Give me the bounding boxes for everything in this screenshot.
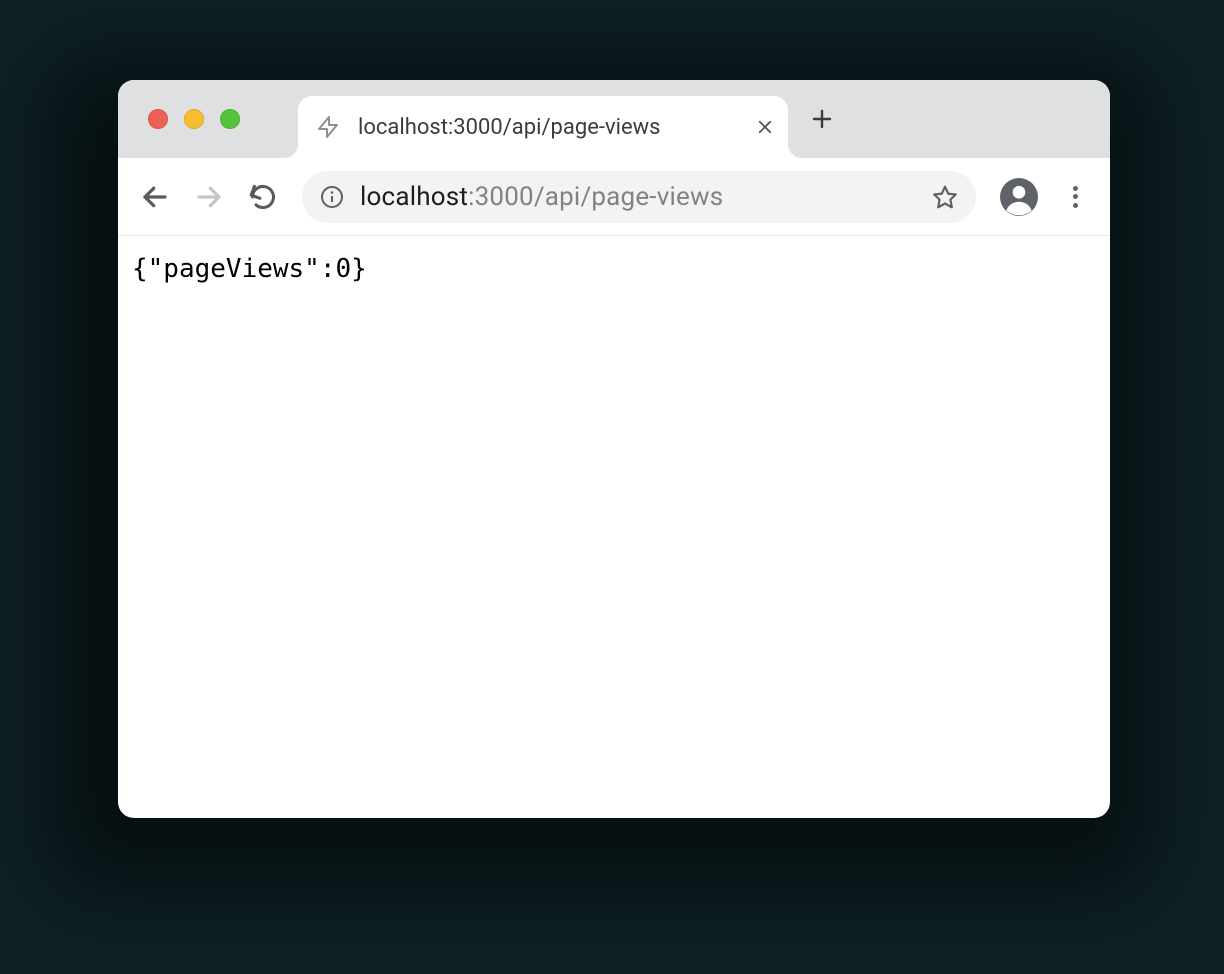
reload-button[interactable] xyxy=(248,182,278,212)
profile-avatar-icon[interactable] xyxy=(1000,178,1038,216)
window-minimize-button[interactable] xyxy=(184,109,204,129)
forward-button[interactable] xyxy=(194,182,224,212)
close-tab-icon[interactable] xyxy=(756,118,774,136)
window-controls xyxy=(118,109,240,129)
bookmark-star-icon[interactable] xyxy=(932,184,958,210)
toolbar: localhost:3000/api/page-views xyxy=(118,158,1110,236)
back-button[interactable] xyxy=(140,182,170,212)
url-text: localhost:3000/api/page-views xyxy=(360,182,916,212)
kebab-menu-icon[interactable] xyxy=(1062,184,1088,210)
tab-strip: localhost:3000/api/page-views xyxy=(118,80,1110,158)
browser-window: localhost:3000/api/page-views xyxy=(118,80,1110,818)
site-info-icon[interactable] xyxy=(320,185,344,209)
new-tab-button[interactable] xyxy=(810,107,834,131)
response-body: {"pageViews":0} xyxy=(132,254,1096,284)
url-host: localhost xyxy=(360,182,468,212)
url-rest: :3000/api/page-views xyxy=(468,182,723,212)
browser-tab[interactable]: localhost:3000/api/page-views xyxy=(298,96,788,158)
lightning-icon xyxy=(316,115,340,139)
window-close-button[interactable] xyxy=(148,109,168,129)
address-bar[interactable]: localhost:3000/api/page-views xyxy=(302,171,976,223)
page-content: {"pageViews":0} xyxy=(118,236,1110,818)
window-zoom-button[interactable] xyxy=(220,109,240,129)
tab-title: localhost:3000/api/page-views xyxy=(358,115,748,140)
